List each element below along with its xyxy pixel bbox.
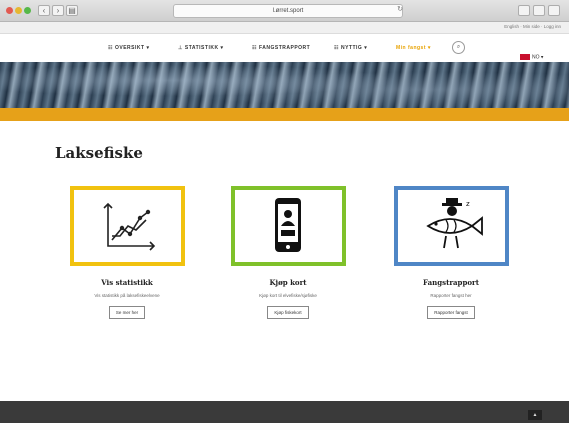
nav-item-min-fangst[interactable]: Min fangst ▾ — [396, 45, 431, 51]
nav-item-fangstrapport[interactable]: ☷ FANGSTRAPPORT — [252, 45, 310, 51]
nav-item-oversikt[interactable]: ☷ OVERSIKT ▾ — [108, 45, 149, 51]
maximize-window-button[interactable] — [24, 7, 31, 14]
card-description: Rapporter fangst her — [430, 293, 472, 298]
card-fangstrapport: z Fangstrapport Rapporter fangst her Rap… — [376, 186, 526, 319]
browser-window: ‹ › ▤ l.ørret.sport ↻ English · Min side… — [0, 0, 569, 423]
forward-button[interactable]: › — [52, 5, 64, 16]
card-icon-box[interactable] — [69, 186, 185, 266]
browser-chrome: ‹ › ▤ l.ørret.sport ↻ — [0, 0, 569, 22]
site-top-bar: English · Min side · Logg inn — [0, 22, 569, 34]
minimize-window-button[interactable] — [15, 7, 22, 14]
hero-banner — [0, 62, 569, 108]
chevron-down-icon: ▾ — [220, 45, 224, 51]
language-code: NO — [532, 54, 540, 61]
url-text: l.ørret.sport — [272, 8, 304, 14]
card-description: Kjøp kort til elvefiske/sjøfiske — [259, 293, 317, 298]
card-description: Vis statistikk på laksefiskeelvene — [94, 293, 160, 298]
nav-label: Min fangst — [396, 45, 426, 51]
main-navigation: ☷ OVERSIKT ▾ ⊥ STATISTIKK ▾ ☷ FANGSTRAPPORT… — [0, 34, 569, 62]
nav-label: FANGSTRAPPORT — [258, 45, 311, 51]
card-statistikk: Vis statistikk Vis statistikk på laksefi… — [52, 186, 202, 319]
accent-bar — [0, 108, 569, 121]
page-title: Laksefiske — [55, 144, 143, 162]
site-footer: ▲ — [0, 401, 569, 423]
report-icon: ☷ — [252, 45, 257, 51]
card-title: Kjøp kort — [269, 278, 307, 287]
card-title: Vis statistikk — [101, 278, 153, 287]
mobile-phone-icon — [274, 198, 301, 252]
main-content: Laksefiske Vis statistikk Vis statistikk… — [0, 121, 569, 401]
card-icon-box[interactable]: z — [393, 186, 509, 266]
sidebar-toggle-button[interactable]: ▤ — [66, 5, 78, 16]
nav-item-nyttig[interactable]: ☷ NYTTIG ▾ — [334, 45, 367, 51]
card-button[interactable]: Se mer her — [108, 306, 146, 319]
reload-icon[interactable]: ↻ — [397, 5, 403, 13]
card-button[interactable]: Kjøp fiskekort — [267, 306, 309, 319]
line-chart-icon — [102, 202, 155, 251]
menu-icon: ☷ — [108, 45, 113, 51]
fish-report-icon: z — [425, 198, 483, 249]
nav-label: STATISTIKK — [184, 45, 219, 51]
search-icon[interactable]: ⌕ — [452, 41, 465, 54]
share-button[interactable] — [518, 5, 530, 16]
flag-icon — [520, 54, 530, 60]
nav-item-statistikk[interactable]: ⊥ STATISTIKK ▾ — [178, 45, 223, 51]
card-title: Fangstrapport — [423, 278, 479, 287]
back-button[interactable]: ‹ — [38, 5, 50, 16]
new-tab-button[interactable] — [548, 5, 560, 16]
nav-label: OVERSIKT — [114, 45, 145, 51]
chevron-down-icon: ▾ — [364, 45, 368, 51]
info-icon: ☷ — [334, 45, 339, 51]
close-window-button[interactable] — [6, 7, 13, 14]
chevron-down-icon: ▾ — [146, 45, 150, 51]
tabs-button[interactable] — [533, 5, 545, 16]
nav-label: NYTTIG — [340, 45, 363, 51]
card-icon-box[interactable] — [230, 186, 346, 266]
chart-icon: ⊥ — [178, 45, 183, 51]
svg-text:z: z — [466, 200, 470, 208]
top-links[interactable]: English · Min side · Logg inn — [504, 24, 561, 29]
card-kjop-kort: Kjøp kort Kjøp kort til elvefiske/sjøfis… — [213, 186, 363, 319]
chevron-down-icon: ▾ — [427, 45, 431, 51]
chevron-down-icon: ▾ — [540, 54, 544, 61]
card-button[interactable]: Rapporter fangst — [427, 306, 475, 319]
address-bar[interactable]: l.ørret.sport — [173, 4, 403, 18]
back-to-top-button[interactable]: ▲ — [528, 410, 542, 420]
